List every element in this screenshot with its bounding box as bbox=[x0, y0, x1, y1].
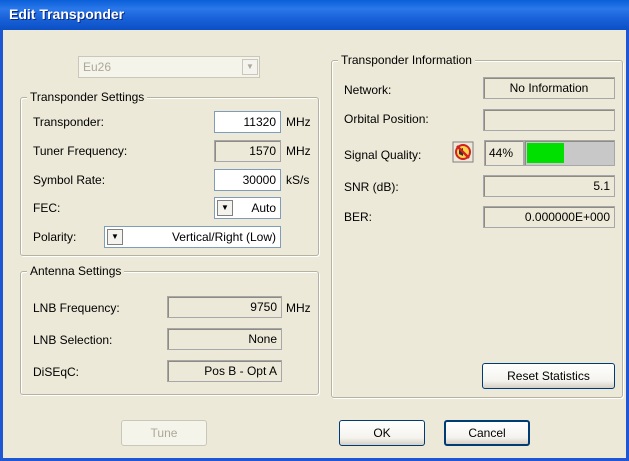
satellite-select-value: Eu26 bbox=[83, 60, 112, 74]
window-title-bar[interactable]: Edit Transponder bbox=[0, 0, 629, 30]
signal-quality-bar-fill bbox=[527, 143, 564, 163]
diseqc-label: DiSEqC: bbox=[33, 365, 80, 379]
chevron-down-icon[interactable]: ▼ bbox=[217, 200, 233, 216]
satellite-select[interactable]: Eu26 bbox=[78, 56, 260, 78]
lnb-frequency-unit: MHz bbox=[286, 301, 311, 315]
transponder-unit: MHz bbox=[286, 115, 311, 129]
lnb-frequency-field: 9750 bbox=[167, 296, 282, 318]
lnb-selection-field: None bbox=[167, 328, 282, 350]
transponder-settings-legend: Transponder Settings bbox=[27, 90, 148, 104]
cancel-button[interactable]: Cancel bbox=[444, 420, 530, 446]
reset-statistics-button[interactable]: Reset Statistics bbox=[482, 363, 615, 389]
polarity-select[interactable]: Vertical/Right (Low) bbox=[104, 226, 281, 248]
tuner-frequency-field: 1570 bbox=[214, 140, 281, 162]
polarity-value: Vertical/Right (Low) bbox=[171, 230, 276, 244]
diseqc-field: Pos B - Opt A bbox=[167, 360, 282, 382]
ber-field: 0.000000E+000 bbox=[483, 206, 615, 228]
snr-field: 5.1 bbox=[483, 175, 615, 197]
signal-quality-meter bbox=[524, 140, 615, 166]
tuner-frequency-label: Tuner Frequency: bbox=[33, 144, 128, 158]
network-value: No Information bbox=[509, 81, 589, 95]
transponder-label: Transponder: bbox=[33, 115, 104, 129]
fec-label: FEC: bbox=[33, 201, 61, 215]
window-frame-left bbox=[0, 30, 3, 461]
tune-button[interactable]: Tune bbox=[121, 420, 207, 446]
chevron-down-icon[interactable]: ▼ bbox=[107, 229, 123, 245]
ok-button[interactable]: OK bbox=[339, 420, 425, 446]
network-label: Network: bbox=[344, 83, 392, 97]
signal-alert-icon[interactable] bbox=[452, 141, 474, 163]
lnb-frequency-label: LNB Frequency: bbox=[33, 301, 120, 315]
signal-quality-percent-text: 44% bbox=[489, 146, 514, 160]
ber-label: BER: bbox=[344, 210, 373, 224]
polarity-label: Polarity: bbox=[33, 230, 77, 244]
window-title: Edit Transponder bbox=[9, 6, 125, 22]
symbol-rate-label: Symbol Rate: bbox=[33, 173, 106, 187]
transponder-input[interactable]: 11320 bbox=[214, 111, 281, 133]
orbital-position-field bbox=[483, 109, 615, 131]
lnb-selection-label: LNB Selection: bbox=[33, 333, 113, 347]
orbital-position-label: Orbital Position: bbox=[344, 112, 429, 126]
transponder-information-legend: Transponder Information bbox=[338, 53, 475, 67]
network-field: No Information bbox=[483, 77, 615, 99]
antenna-settings-legend: Antenna Settings bbox=[27, 264, 125, 278]
tuner-frequency-unit: MHz bbox=[286, 144, 311, 158]
symbol-rate-unit: kS/s bbox=[286, 173, 310, 187]
snr-label: SNR (dB): bbox=[344, 180, 399, 194]
signal-quality-percent: 44% bbox=[484, 140, 524, 166]
symbol-rate-input[interactable]: 30000 bbox=[214, 169, 281, 191]
fec-value: Auto bbox=[251, 201, 276, 215]
chevron-down-icon[interactable]: ▼ bbox=[242, 59, 258, 75]
signal-quality-label: Signal Quality: bbox=[344, 148, 422, 162]
